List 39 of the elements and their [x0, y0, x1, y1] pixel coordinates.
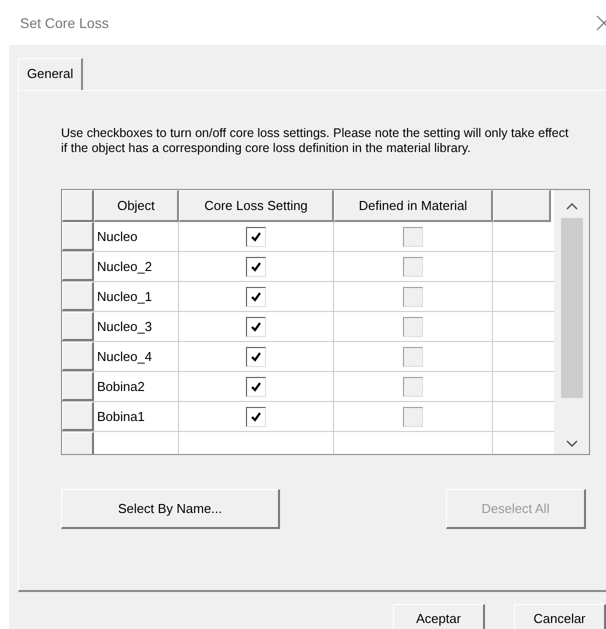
column-header[interactable]: Core Loss Setting [179, 190, 334, 222]
table-cell: Nucleo_4 [94, 342, 179, 371]
column-header[interactable]: Defined in Material [334, 190, 493, 222]
scrollbar[interactable] [554, 190, 589, 454]
check-icon [250, 320, 262, 332]
check-icon [250, 350, 262, 362]
check-icon [250, 230, 262, 242]
dialog-button[interactable]: Cancelar [514, 604, 606, 629]
row-header[interactable] [62, 222, 94, 251]
row-header[interactable] [62, 312, 94, 341]
checkbox[interactable] [246, 346, 266, 366]
check-icon [250, 290, 262, 302]
action-button[interactable]: Select By Name... [61, 489, 280, 529]
row-header[interactable] [62, 252, 94, 281]
check-icon [250, 260, 262, 272]
row-header[interactable] [62, 402, 94, 431]
column-header[interactable]: Object [94, 190, 179, 222]
check-icon [250, 410, 262, 422]
checkbox[interactable] [246, 376, 266, 396]
row-header[interactable] [62, 282, 94, 311]
checkbox[interactable] [246, 406, 266, 426]
dialog-button[interactable]: Aceptar [393, 604, 485, 629]
table-cell: Bobina2 [94, 372, 179, 401]
row-header[interactable] [62, 342, 94, 371]
window-title: Set Core Loss [20, 14, 109, 30]
check-icon [250, 380, 262, 392]
table-cell: Nucleo_1 [94, 282, 179, 311]
description-text: Use checkboxes to turn on/off core loss settings. Please note the setting will only take effect if the object has a corresponding core loss definition in the material library. [61, 126, 570, 156]
checkbox[interactable] [246, 226, 266, 246]
tab[interactable]: General [18, 58, 84, 90]
row-header[interactable] [62, 372, 94, 401]
checkbox[interactable] [246, 256, 266, 276]
table-cell: Nucleo_3 [94, 312, 179, 341]
checkbox[interactable] [246, 316, 266, 336]
scroll-thumb[interactable] [560, 218, 582, 398]
table-cell: Nucleo [94, 222, 179, 251]
checkbox[interactable] [246, 286, 266, 306]
table-cell: Nucleo_2 [94, 252, 179, 281]
table-cell: Bobina1 [94, 402, 179, 431]
